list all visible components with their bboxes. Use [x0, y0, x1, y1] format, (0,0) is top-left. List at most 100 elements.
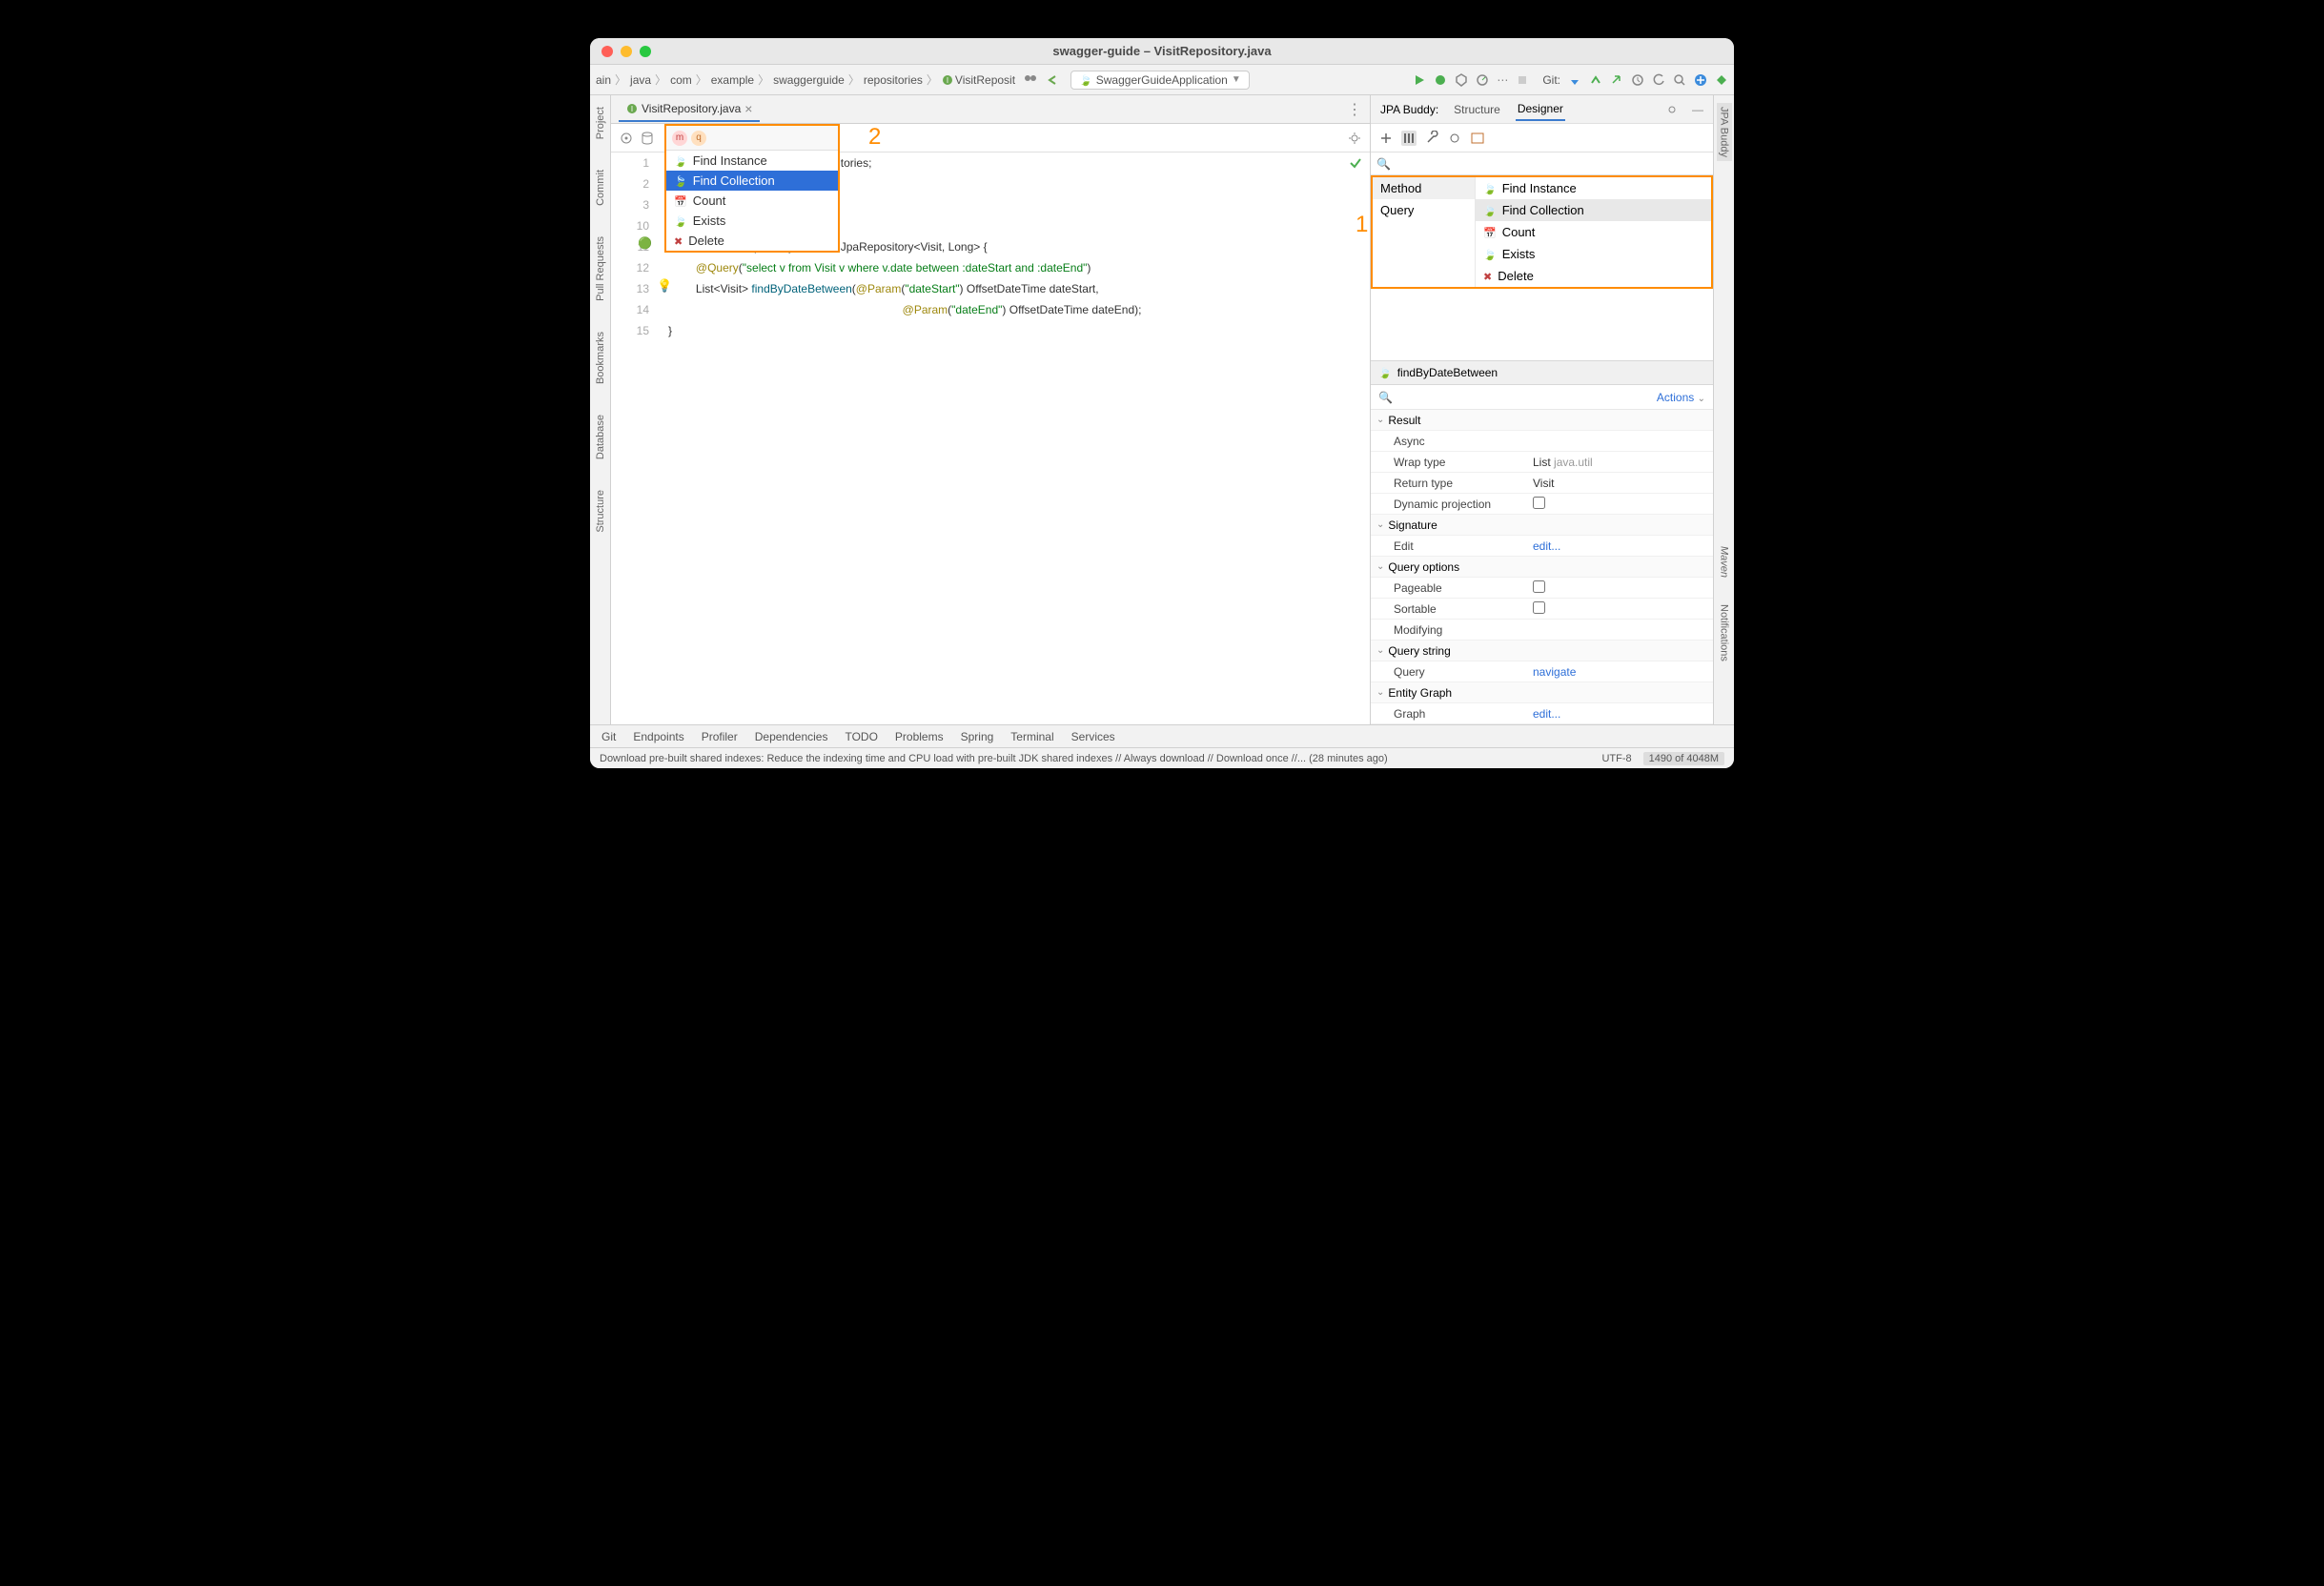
actions-dropdown[interactable]: Actions ⌄: [1657, 391, 1705, 404]
tool-problems[interactable]: Problems: [895, 730, 944, 743]
dynamic-projection-checkbox[interactable]: [1533, 497, 1545, 509]
prop-sortable[interactable]: Sortable: [1371, 599, 1713, 620]
sync-icon[interactable]: [1694, 73, 1707, 87]
palette-icon[interactable]: [1401, 131, 1417, 146]
users-icon[interactable]: [1023, 72, 1038, 88]
calendar-icon[interactable]: [1470, 131, 1485, 146]
plus-icon[interactable]: [1378, 131, 1394, 146]
tool-commit[interactable]: Commit: [593, 166, 608, 210]
tool-dependencies[interactable]: Dependencies: [755, 730, 828, 743]
group-entity-graph[interactable]: ⌄Entity Graph: [1371, 682, 1713, 703]
palette-count[interactable]: Count: [1476, 221, 1711, 243]
popup-item-delete[interactable]: Delete: [666, 231, 838, 251]
prop-wrap-type[interactable]: Wrap typeList java.util: [1371, 452, 1713, 473]
tool-profiler[interactable]: Profiler: [702, 730, 738, 743]
undo-icon[interactable]: [1046, 72, 1061, 88]
git-label: Git:: [1542, 73, 1560, 87]
stop-icon[interactable]: [1516, 73, 1529, 87]
tab-visit-repository[interactable]: I VisitRepository.java ×: [619, 97, 760, 122]
coverage-icon[interactable]: [1455, 73, 1468, 87]
tool-terminal[interactable]: Terminal: [1010, 730, 1053, 743]
breadcrumb[interactable]: ain〉 java〉 com〉 example〉 swaggerguide〉 r…: [596, 71, 1015, 88]
tab-structure[interactable]: Structure: [1452, 99, 1502, 120]
bottom-bar: Git Endpoints Profiler Dependencies TODO…: [590, 724, 1734, 747]
close-icon[interactable]: [601, 46, 613, 57]
query-chip-icon[interactable]: q: [691, 131, 706, 146]
run-icon[interactable]: [1413, 73, 1426, 87]
prop-pageable[interactable]: Pageable: [1371, 578, 1713, 599]
palette-exists[interactable]: Exists: [1476, 243, 1711, 265]
tool-services[interactable]: Services: [1071, 730, 1115, 743]
popup-item-find-instance[interactable]: Find Instance: [666, 151, 838, 171]
count-icon: [674, 193, 687, 208]
tool-git[interactable]: Git: [601, 730, 616, 743]
group-result[interactable]: ⌄Result: [1371, 410, 1713, 431]
prop-modifying[interactable]: Modifying: [1371, 620, 1713, 640]
inspection-ok-icon[interactable]: [1349, 156, 1362, 170]
jpa-search[interactable]: 🔍: [1371, 152, 1713, 175]
popup-item-exists[interactable]: Exists: [666, 211, 838, 231]
tool-maven[interactable]: Maven: [1717, 542, 1732, 581]
detail-header: findByDateBetween: [1371, 360, 1713, 385]
tool-endpoints[interactable]: Endpoints: [633, 730, 683, 743]
run-config-selector[interactable]: SwaggerGuideApplication ▼: [1070, 71, 1250, 90]
palette-delete[interactable]: Delete: [1476, 265, 1711, 287]
db-icon[interactable]: [640, 131, 655, 146]
pageable-checkbox[interactable]: [1533, 580, 1545, 593]
group-query-options[interactable]: ⌄Query options: [1371, 557, 1713, 578]
tool-structure[interactable]: Structure: [593, 486, 608, 537]
tool-todo[interactable]: TODO: [845, 730, 877, 743]
group-query-string[interactable]: ⌄Query string: [1371, 640, 1713, 661]
sortable-checkbox[interactable]: [1533, 601, 1545, 614]
tool-jpa-buddy[interactable]: JPA Buddy: [1717, 103, 1732, 161]
encoding[interactable]: UTF-8: [1601, 753, 1631, 764]
category-method[interactable]: Method: [1373, 177, 1475, 199]
method-chip-icon[interactable]: m: [672, 131, 687, 146]
tab-more-icon[interactable]: ⋮: [1347, 100, 1362, 119]
tab-designer[interactable]: Designer: [1516, 98, 1565, 121]
search-icon[interactable]: 🔍: [1378, 391, 1393, 404]
target-icon[interactable]: [1447, 131, 1462, 146]
intention-bulb-icon[interactable]: 💡: [657, 278, 672, 294]
memory-indicator[interactable]: 1490 of 4048M: [1643, 752, 1724, 765]
wrench-icon[interactable]: [1424, 131, 1439, 146]
debug-icon[interactable]: [1434, 73, 1447, 87]
palette-find-collection[interactable]: Find Collection: [1476, 199, 1711, 221]
prop-async[interactable]: Async: [1371, 431, 1713, 452]
jpa-buddy-icon[interactable]: [1715, 73, 1728, 87]
commit-icon[interactable]: [1589, 73, 1602, 87]
gutter-run-icon[interactable]: 🟢: [638, 236, 652, 250]
palette-find-instance[interactable]: Find Instance: [1476, 177, 1711, 199]
prop-query[interactable]: Querynavigate: [1371, 661, 1713, 682]
tool-spring[interactable]: Spring: [961, 730, 994, 743]
rollback-icon[interactable]: [1652, 73, 1665, 87]
prop-graph[interactable]: Graphedit...: [1371, 703, 1713, 724]
tool-pull-requests[interactable]: Pull Requests: [593, 233, 608, 305]
group-signature[interactable]: ⌄Signature: [1371, 515, 1713, 536]
maximize-icon[interactable]: [640, 46, 651, 57]
category-query[interactable]: Query: [1373, 199, 1475, 221]
target-icon[interactable]: [619, 131, 634, 146]
popup-item-count[interactable]: Count: [666, 191, 838, 211]
popup-item-find-collection[interactable]: Find Collection: [666, 171, 838, 191]
prop-return-type[interactable]: Return typeVisit: [1371, 473, 1713, 494]
tool-notifications[interactable]: Notifications: [1717, 600, 1732, 665]
prop-edit[interactable]: Editedit...: [1371, 536, 1713, 557]
minimize-icon[interactable]: [621, 46, 632, 57]
history-icon[interactable]: [1631, 73, 1644, 87]
close-tab-icon[interactable]: ×: [744, 101, 752, 116]
jpa-title: JPA Buddy:: [1380, 103, 1438, 116]
tool-bookmarks[interactable]: Bookmarks: [593, 328, 608, 388]
tool-project[interactable]: Project: [593, 103, 608, 143]
gear-icon[interactable]: [1665, 103, 1679, 116]
status-message[interactable]: Download pre-built shared indexes: Reduc…: [600, 753, 1388, 764]
update-icon[interactable]: [1568, 73, 1581, 87]
gear-icon[interactable]: [1347, 131, 1362, 146]
profile-icon[interactable]: [1476, 73, 1489, 87]
search-icon[interactable]: [1673, 73, 1686, 87]
prop-dynamic-projection[interactable]: Dynamic projection: [1371, 494, 1713, 515]
generate-popup: m q Find Instance Find Collection Count …: [664, 124, 840, 253]
minimize-icon[interactable]: —: [1692, 103, 1703, 116]
tool-database[interactable]: Database: [593, 411, 608, 463]
push-icon[interactable]: [1610, 73, 1623, 87]
